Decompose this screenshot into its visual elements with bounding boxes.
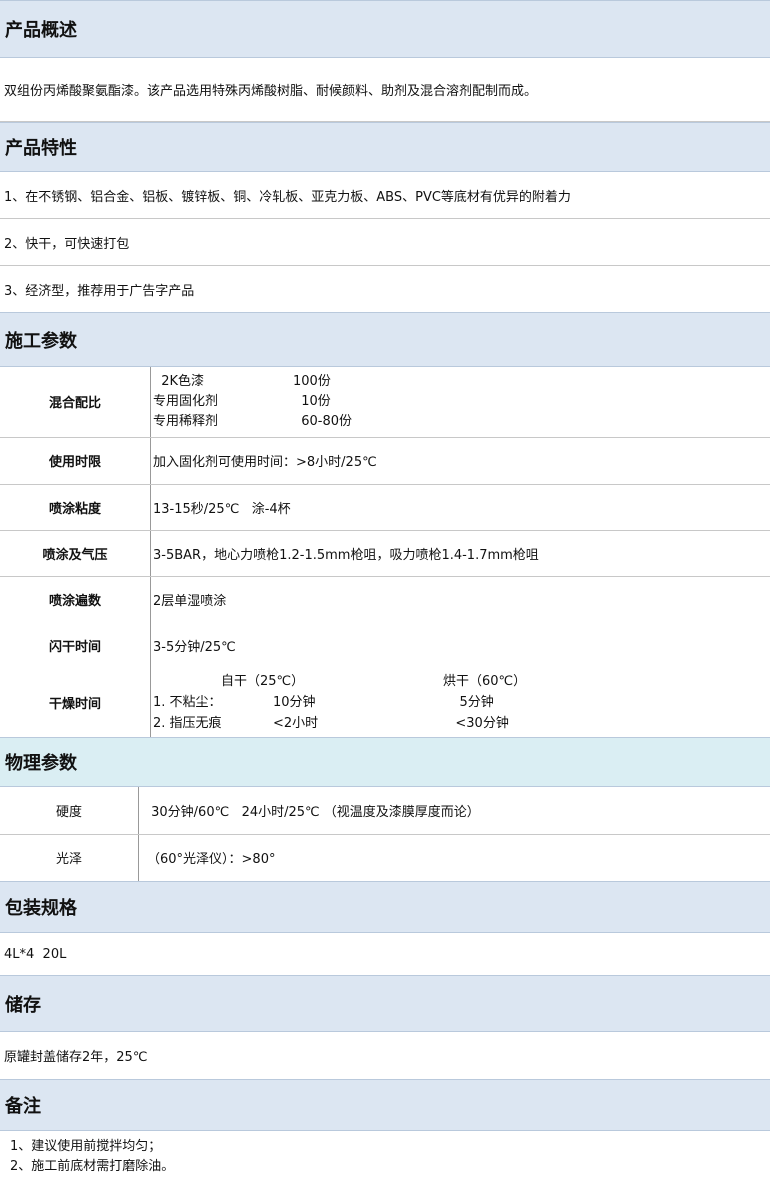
pot-life-label: 使用时限	[0, 437, 151, 485]
mix-ratio-value: 2K色漆 100份 专用固化剂 10份 专用稀释剂 60-80份	[150, 367, 770, 438]
mix-item-name: 专用稀释剂	[153, 413, 219, 429]
table-row: 光泽 （60°光泽仪）：>80°	[0, 834, 770, 881]
dry-air-header: 自干（25℃）	[221, 674, 305, 689]
feature-item: 2、快干，可快速打包	[0, 219, 770, 266]
pot-life-value: 加入固化剂可使用时间：>8小时/25℃	[150, 437, 770, 485]
overview-text: 双组份丙烯酸聚氨酯漆。该产品选用特殊丙烯酸树脂、耐候颜料、助剂及混合溶剂配制而成…	[0, 58, 770, 122]
mix-item-amount: 60-80份	[293, 413, 353, 429]
mix-item-amount: 10份	[293, 393, 331, 409]
viscosity-value: 13-15秒/25℃ 涂-4杯	[150, 484, 770, 531]
mix-item-name: 2K色漆	[153, 373, 205, 389]
hardness-value: 30分钟/60℃ 24小时/25℃ （视温度及漆膜厚度而论）	[138, 787, 770, 835]
mix-item-amount: 100份	[293, 373, 331, 389]
table-row: 闪干时间 3-5分钟/25℃	[0, 622, 770, 668]
storage-text: 原罐封盖储存2年，25℃	[4, 1050, 148, 1065]
dry-step-name: 2. 指压无痕	[153, 716, 222, 731]
table-row: 干燥时间 自干（25℃） 烘干（60℃） 1. 不粘尘： 10分钟 5分钟 2.…	[0, 668, 770, 737]
table-row: 硬度 30分钟/60℃ 24小时/25℃ （视温度及漆膜厚度而论）	[0, 787, 770, 835]
dry-step-air: <2小时	[273, 716, 319, 731]
dry-step-bake: <30分钟	[443, 716, 509, 731]
table-row: 喷涂粘度 13-15秒/25℃ 涂-4杯	[0, 484, 770, 531]
section-title-overview: 产品概述	[0, 0, 770, 58]
pressure-value: 3-5BAR，地心力喷枪1.2-1.5mm枪咀，吸力喷枪1.4-1.7mm枪咀	[150, 530, 770, 577]
dry-bake-header: 烘干（60℃）	[443, 674, 527, 689]
physical-table: 硬度 30分钟/60℃ 24小时/25℃ （视温度及漆膜厚度而论） 光泽 （60…	[0, 787, 770, 881]
flash-time-value: 3-5分钟/25℃	[153, 639, 236, 655]
feature-item: 3、经济型，推荐用于广告字产品	[4, 283, 195, 299]
table-row: 使用时限 加入固化剂可使用时间：>8小时/25℃	[0, 437, 770, 485]
coats-value: 2层单湿喷涂	[153, 593, 227, 609]
feature-item: 1、在不锈钢、铝合金、铝板、镀锌板、铜、冷轧板、亚克力板、ABS、PVC等底材有…	[0, 172, 770, 219]
table-row: 喷涂遍数 2层单湿喷涂	[0, 576, 770, 622]
pressure-label: 喷涂及气压	[0, 530, 151, 577]
table-row: 混合配比 2K色漆 100份 专用固化剂 10份 专用稀释剂 60-80份	[0, 367, 770, 438]
dry-step-air: 10分钟	[273, 695, 316, 710]
mix-item-name: 专用固化剂	[153, 393, 219, 409]
section-title-physical: 物理参数	[0, 737, 770, 787]
gloss-label: 光泽	[0, 834, 139, 881]
coats-label: 喷涂遍数	[0, 576, 151, 622]
remarks-list: 1、建议使用前搅拌均匀； 2、施工前底材需打磨除油。	[0, 1131, 770, 1177]
gloss-value: （60°光泽仪）：>80°	[147, 852, 276, 868]
construction-table: 混合配比 2K色漆 100份 专用固化剂 10份 专用稀释剂 60-80份 使用…	[0, 367, 770, 737]
dry-time-value: 自干（25℃） 烘干（60℃） 1. 不粘尘： 10分钟 5分钟 2. 指压无痕…	[151, 668, 770, 737]
section-title-storage: 储存	[0, 975, 770, 1032]
hardness-label: 硬度	[0, 787, 139, 835]
viscosity-label: 喷涂粘度	[0, 484, 151, 531]
dry-step-name: 1. 不粘尘：	[153, 695, 222, 710]
packaging-text: 4L*4 20L	[4, 946, 67, 962]
remark-item: 1、建议使用前搅拌均匀；	[10, 1139, 162, 1154]
table-row: 喷涂及气压 3-5BAR，地心力喷枪1.2-1.5mm枪咀，吸力喷枪1.4-1.…	[0, 530, 770, 577]
section-title-features: 产品特性	[0, 122, 770, 172]
section-title-remarks: 备注	[0, 1079, 770, 1131]
section-title-construction: 施工参数	[0, 312, 770, 367]
mix-ratio-label: 混合配比	[0, 367, 151, 438]
flash-time-label: 闪干时间	[0, 622, 151, 668]
section-title-packaging: 包装规格	[0, 881, 770, 933]
remark-item: 2、施工前底材需打磨除油。	[10, 1159, 175, 1174]
dry-time-label: 干燥时间	[0, 668, 151, 737]
dry-step-bake: 5分钟	[443, 695, 494, 710]
product-datasheet: 产品概述 双组份丙烯酸聚氨酯漆。该产品选用特殊丙烯酸树脂、耐候颜料、助剂及混合溶…	[0, 0, 770, 1186]
